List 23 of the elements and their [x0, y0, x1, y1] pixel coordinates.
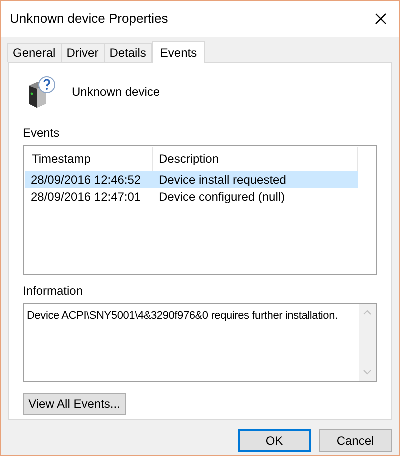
- device-name: Unknown device: [72, 84, 160, 101]
- information-box[interactable]: Device ACPI\SNY5001\4&3290f976&0 requires further installation.: [23, 303, 377, 382]
- dialog-button[interactable]: Cancel: [319, 429, 392, 452]
- scroll-down-icon[interactable]: [363, 370, 372, 375]
- close-icon[interactable]: [375, 13, 387, 25]
- table-cell-text: Device configured (null): [158, 188, 286, 206]
- tab[interactable]: Events: [152, 41, 206, 63]
- device-question-icon: [26, 76, 56, 108]
- information-text: Device ACPI\SNY5001\4&3290f976&0 requires further installation.: [26, 309, 339, 324]
- table-cell-text: Device install requested: [158, 172, 286, 188]
- section-label: Information: [23, 283, 84, 300]
- tab[interactable]: Details: [104, 43, 152, 62]
- window-title: Unknown device Properties: [10, 10, 168, 28]
- dialog-button[interactable]: OK: [238, 429, 311, 452]
- table-cell-text: 28/09/2016 12:46:52: [30, 172, 142, 188]
- table-cell-text: 28/09/2016 12:47:01: [30, 188, 142, 206]
- view-all-events-button[interactable]: View All Events...: [23, 393, 126, 415]
- tab[interactable]: General: [7, 43, 62, 62]
- event-row[interactable]: 28/09/2016 12:47:01 Device configured (null): [25, 188, 358, 205]
- events-list[interactable]: Timestamp Description 28/09/2016 12:46:52 Device install requested 28/09/2016 12:47:01 Device configured (null): [23, 145, 377, 275]
- section-label: Events: [23, 125, 61, 142]
- scroll-up-icon[interactable]: [363, 310, 372, 315]
- event-row[interactable]: 28/09/2016 12:46:52 Device install requested: [25, 171, 358, 188]
